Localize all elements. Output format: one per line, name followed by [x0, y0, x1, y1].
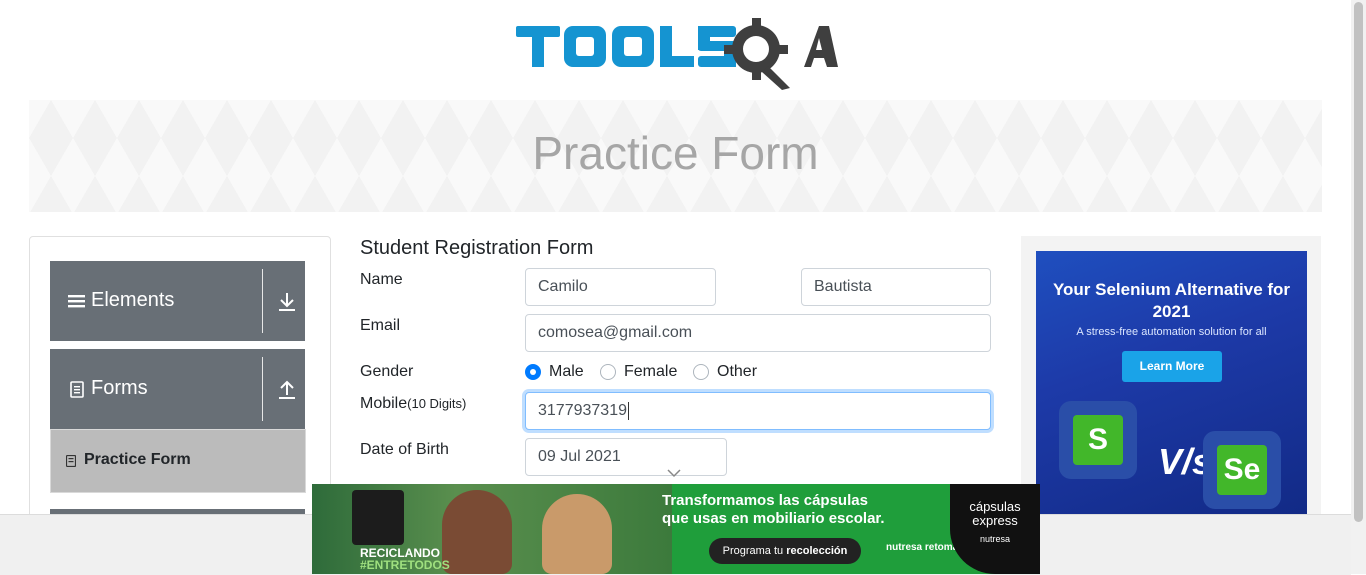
sidebar-group-forms[interactable]: Forms [50, 349, 305, 429]
gender-radio-other[interactable]: Other [693, 363, 757, 381]
mobile-label: Mobile(10 Digits) [360, 395, 466, 413]
first-name-input[interactable]: Camilo [525, 268, 716, 306]
selenium-alternative-ad[interactable]: Your Selenium Alternative for 2021 A str… [1036, 251, 1307, 514]
upload-icon[interactable] [277, 379, 297, 401]
child-image [542, 494, 612, 574]
hamburger-icon [68, 294, 85, 307]
selenium-logo-tile: Se [1203, 431, 1281, 509]
form-title: Student Registration Form [360, 237, 594, 259]
email-label: Email [360, 317, 401, 334]
ad-headline-line2: que usas en mobiliario escolar. [662, 510, 885, 527]
capsulas-text: cápsulas express [969, 499, 1021, 528]
campaign-tag-line2: #ENTRETODOS [360, 558, 450, 572]
radio-checked[interactable] [525, 364, 541, 380]
selenium-logo: Se [1217, 445, 1267, 495]
form-icon [66, 455, 76, 467]
sidebar-item-practice-form[interactable]: Practice Form [50, 429, 306, 493]
vertical-scrollbar[interactable] [1351, 0, 1366, 574]
sidebar-group-label: Elements [91, 289, 175, 311]
bottom-banner-ad[interactable]: RECICLANDO #ENTRETODOS Transformamos las… [312, 484, 1040, 574]
mobile-input[interactable]: 3177937319 [525, 392, 991, 430]
sidebar-item-label: Practice Form [84, 451, 191, 468]
campaign-tag: RECICLANDO #ENTRETODOS [360, 547, 450, 571]
ad-headline: Your Selenium Alternative for 2021 [1052, 280, 1291, 321]
learn-more-button[interactable]: Learn More [1122, 351, 1222, 382]
ad-headline-line1: Transformamos las cápsulas [662, 492, 868, 509]
page-banner: Practice Form [29, 100, 1322, 212]
sidebar-group-elements[interactable]: Elements [50, 261, 305, 341]
email-input[interactable]: comosea@gmail.com [525, 314, 991, 352]
chevron-down-icon[interactable] [667, 468, 681, 478]
scrollbar-thumb[interactable] [1354, 2, 1363, 522]
tool-logo-tile: S [1059, 401, 1137, 479]
sidebar-group-title: Forms [67, 377, 148, 400]
gender-label: Gender [360, 363, 414, 380]
radio-unchecked[interactable] [693, 364, 709, 380]
mobile-value: 3177937319 [538, 402, 627, 419]
cta-prefix: Programa tu [722, 545, 787, 557]
page-title: Practice Form [532, 127, 819, 179]
capsulas-sub: nutresa [979, 534, 1011, 544]
ad-subtitle: A stress-free automation solution for al… [1076, 326, 1267, 338]
radio-label: Female [624, 363, 678, 380]
document-icon [70, 380, 84, 398]
ad-headline: Transformamos las cápsulas que usas en m… [662, 492, 885, 528]
toolsqa-logo[interactable] [516, 16, 838, 90]
mobile-label-text: Mobile [360, 395, 408, 412]
last-name-input[interactable]: Bautista [801, 268, 991, 306]
sidebar: Elements Forms Practice Form [29, 236, 331, 538]
radio-unchecked[interactable] [600, 364, 616, 380]
capsulas-express-logo: cápsulas express nutresa [950, 484, 1040, 574]
tool-logo: S [1073, 415, 1123, 465]
sidebar-group-label: Forms [91, 377, 148, 399]
radio-label: Other [717, 363, 758, 380]
child-image [442, 490, 512, 574]
nutresa-retoma-logo: nutresa retoma [886, 542, 959, 553]
gender-radio-female[interactable]: Female [600, 363, 677, 381]
dob-input[interactable]: 09 Jul 2021 [525, 438, 727, 476]
mobile-hint: (10 Digits) [407, 396, 467, 411]
divider [262, 269, 263, 333]
cta-bold: recolección [786, 545, 848, 557]
download-icon[interactable] [277, 291, 297, 313]
name-label: Name [360, 271, 403, 288]
sidebar-group-title: Elements [67, 289, 174, 312]
dob-label: Date of Birth [360, 441, 449, 458]
text-caret [627, 401, 629, 420]
gender-radio-male[interactable]: Male [525, 363, 584, 381]
recoleccion-button[interactable]: Programa tu recolección [709, 538, 861, 564]
radio-label: Male [549, 363, 584, 380]
divider [262, 357, 263, 421]
coffee-machine-image [352, 490, 404, 545]
